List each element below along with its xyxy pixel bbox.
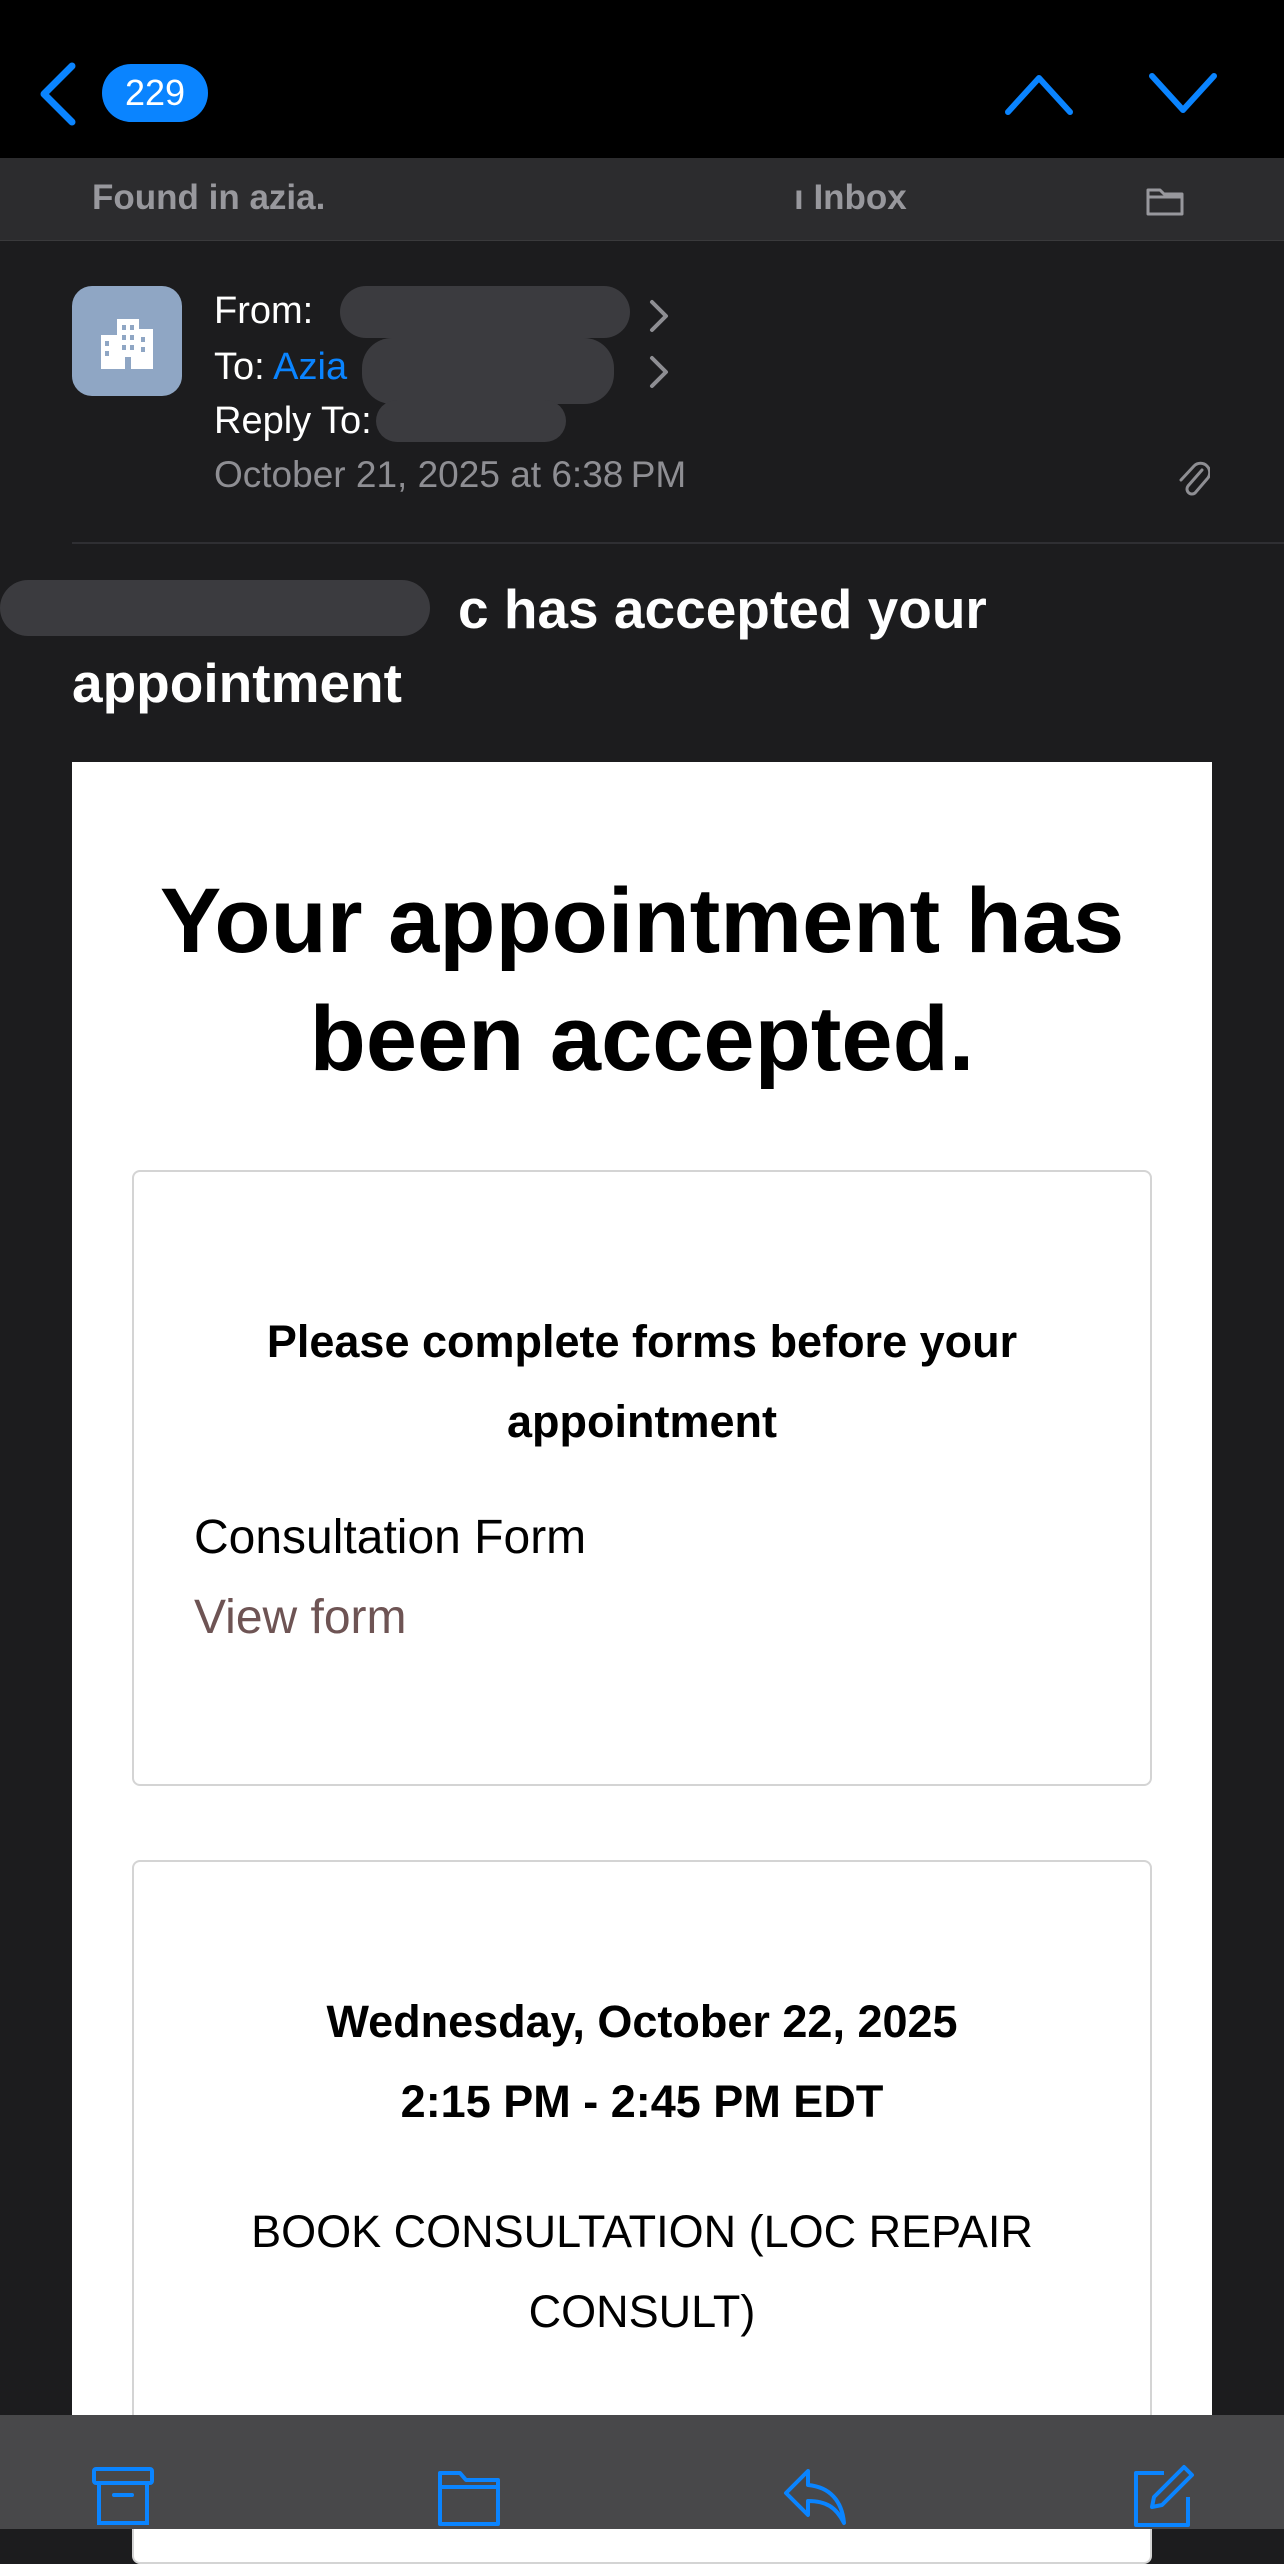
appointment-date: Wednesday, October 22, 2025 [326,1996,958,2047]
top-navigation-bar: 229 [0,0,1284,158]
to-value[interactable]: Azia [273,346,347,388]
appointment-datetime: Wednesday, October 22, 2025 2:15 PM - 2:… [174,1982,1110,2142]
from-label: From: [214,290,314,332]
forms-heading: Please complete forms before your appoin… [266,1316,1018,1447]
email-body-card: Your appointment has been accepted. Plea… [72,762,1212,2564]
chevron-down-icon[interactable] [1148,72,1218,116]
appointment-time: 2:15 PM - 2:45 PM EDT [400,2076,884,2127]
from-row[interactable]: From: [214,290,313,333]
found-in-bar: Found in azia. ı Inbox [0,158,1284,241]
chevron-up-icon[interactable] [1004,72,1074,116]
archive-icon[interactable] [90,2463,156,2529]
mailbox-label[interactable]: ı Inbox [794,178,907,218]
bottom-toolbar [0,2415,1284,2529]
view-form-link[interactable]: View form [194,1590,407,1645]
subject-text: c has accepted your appointment [72,578,987,714]
reply-to-label: Reply To: [214,400,372,442]
card-title: Your appointment has been accepted. [159,870,1125,1090]
email-subject: c has accepted your appointment [72,572,1072,720]
building-icon [101,319,153,369]
unread-count-badge[interactable]: 229 [102,64,208,122]
redacted-reply-to [376,400,566,442]
to-row[interactable]: To: Azia [214,346,347,389]
forms-box: Please complete forms before your appoin… [132,1170,1152,1786]
compose-icon[interactable] [1130,2463,1196,2529]
redacted-sender [340,286,630,338]
folder-icon[interactable] [436,2463,502,2529]
email-date: October 21, 2025 at 6:38 PM [214,454,687,495]
paperclip-icon [1179,461,1210,496]
to-label: To: [214,346,265,388]
redacted-recipient [362,338,614,404]
sender-avatar [72,286,182,396]
appointment-service: BOOK CONSULTATION (LOC REPAIR CONSULT) [251,2206,1033,2337]
header-separator [72,542,1284,544]
folder-icon[interactable] [1146,184,1184,216]
form-name: Consultation Form [194,1511,587,1564]
back-chevron-icon[interactable] [36,62,80,126]
reply-icon[interactable] [782,2463,848,2529]
reply-to-row: Reply To: [214,400,372,443]
to-chevron-icon[interactable] [648,354,670,390]
found-in-label: Found in azia. [92,178,326,217]
from-chevron-icon[interactable] [648,298,670,334]
